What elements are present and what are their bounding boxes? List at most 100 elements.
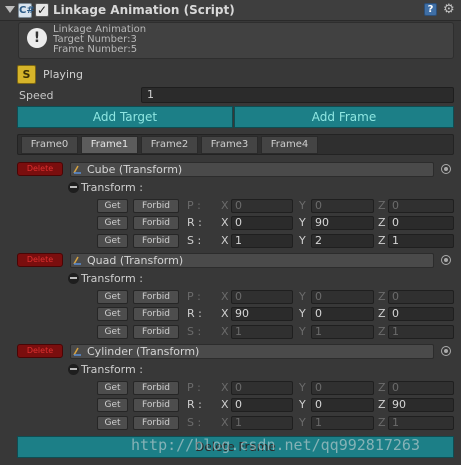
position-x-field[interactable]: 0 <box>231 290 293 304</box>
rotation-x-field[interactable]: 0 <box>231 398 293 412</box>
axis-z-label: Z <box>378 381 386 394</box>
position-x-field[interactable]: 0 <box>231 381 293 395</box>
scale-z-field[interactable]: 1 <box>388 234 454 248</box>
get-scale-button[interactable]: Get <box>97 234 128 248</box>
forbid-scale-button[interactable]: Forbid <box>133 416 179 430</box>
position-label: P : <box>187 199 201 212</box>
tab-frame4[interactable]: Frame4 <box>261 136 318 154</box>
scale-y-field[interactable]: 1 <box>311 416 374 430</box>
rotation-z-field[interactable]: 90 <box>388 398 454 412</box>
axis-x-label: X <box>221 216 229 229</box>
forbid-rotation-button[interactable]: Forbid <box>133 398 179 412</box>
get-position-button[interactable]: Get <box>97 381 128 395</box>
forbid-scale-button[interactable]: Forbid <box>133 234 179 248</box>
object-picker-icon[interactable] <box>441 346 451 356</box>
position-y-field[interactable]: 0 <box>311 199 374 213</box>
axis-y-label: Y <box>299 307 306 320</box>
axis-x-label: X <box>221 307 229 320</box>
play-toggle-button[interactable]: S <box>17 65 36 84</box>
tab-frame3[interactable]: Frame3 <box>201 136 258 154</box>
collapse-icon[interactable] <box>68 182 79 193</box>
rotation-x-field[interactable]: 0 <box>231 216 293 230</box>
rotation-x-field[interactable]: 90 <box>231 307 293 321</box>
target-name: Quad (Transform) <box>87 254 184 267</box>
gear-icon[interactable]: ⚙ <box>443 2 455 17</box>
scale-label: S : <box>187 416 202 429</box>
component-title: Linkage Animation (Script) <box>53 3 235 17</box>
object-picker-icon[interactable] <box>441 164 451 174</box>
delete-target-button[interactable]: Delete <box>17 253 63 267</box>
forbid-position-button[interactable]: Forbid <box>133 290 179 304</box>
axis-z-label: Z <box>378 307 386 320</box>
position-y-field[interactable]: 0 <box>311 290 374 304</box>
axis-y-label: Y <box>299 416 306 429</box>
transform-label: Transform : <box>81 181 143 194</box>
scale-x-field[interactable]: 1 <box>231 234 293 248</box>
rotation-z-field[interactable]: 0 <box>388 307 454 321</box>
position-y-field[interactable]: 0 <box>311 381 374 395</box>
tab-frame2[interactable]: Frame2 <box>141 136 198 154</box>
foldout-arrow-icon[interactable] <box>5 6 15 13</box>
axis-y-label: Y <box>299 234 306 247</box>
script-icon: C# <box>18 3 35 18</box>
scale-x-field[interactable]: 1 <box>231 325 293 339</box>
forbid-position-button[interactable]: Forbid <box>133 199 179 213</box>
axis-z-label: Z <box>378 325 386 338</box>
rotation-y-field[interactable]: 0 <box>311 398 374 412</box>
axis-x-label: X <box>221 290 229 303</box>
scale-label: S : <box>187 325 202 338</box>
axis-y-label: Y <box>299 290 306 303</box>
forbid-rotation-button[interactable]: Forbid <box>133 307 179 321</box>
watermark: http://blog.csdn.net/qq992817263 <box>131 436 420 454</box>
transform-label: Transform : <box>81 363 143 376</box>
axis-z-label: Z <box>378 199 386 212</box>
get-rotation-button[interactable]: Get <box>97 307 128 321</box>
get-scale-button[interactable]: Get <box>97 416 128 430</box>
enable-checkbox[interactable]: ✓ <box>35 3 49 17</box>
rotation-z-field[interactable]: 0 <box>388 216 454 230</box>
collapse-icon[interactable] <box>68 364 79 375</box>
tab-frame1[interactable]: Frame1 <box>81 136 138 154</box>
axis-y-label: Y <box>299 398 306 411</box>
info-line-frames: Frame Number:5 <box>53 44 138 55</box>
scale-y-field[interactable]: 1 <box>311 325 374 339</box>
scale-z-field[interactable]: 1 <box>388 416 454 430</box>
rotation-y-field[interactable]: 90 <box>311 216 374 230</box>
transform-icon <box>73 256 81 265</box>
help-icon[interactable]: ? <box>424 3 437 16</box>
add-frame-button[interactable]: Add Frame <box>234 106 454 128</box>
get-position-button[interactable]: Get <box>97 290 128 304</box>
collapse-icon[interactable] <box>68 273 79 284</box>
forbid-scale-button[interactable]: Forbid <box>133 325 179 339</box>
axis-x-label: X <box>221 199 229 212</box>
scale-x-field[interactable]: 1 <box>231 416 293 430</box>
delete-target-button[interactable]: Delete <box>17 162 63 176</box>
object-picker-icon[interactable] <box>441 255 451 265</box>
get-rotation-button[interactable]: Get <box>97 216 128 230</box>
get-scale-button[interactable]: Get <box>97 325 128 339</box>
position-label: P : <box>187 290 201 303</box>
position-z-field[interactable]: 0 <box>388 381 454 395</box>
forbid-position-button[interactable]: Forbid <box>133 381 179 395</box>
position-z-field[interactable]: 0 <box>388 290 454 304</box>
axis-z-label: Z <box>378 416 386 429</box>
position-z-field[interactable]: 0 <box>388 199 454 213</box>
forbid-rotation-button[interactable]: Forbid <box>133 216 179 230</box>
scale-z-field[interactable]: 1 <box>388 325 454 339</box>
axis-x-label: X <box>221 398 229 411</box>
delete-target-button[interactable]: Delete <box>17 344 63 358</box>
add-target-button[interactable]: Add Target <box>17 106 233 128</box>
position-label: P : <box>187 381 201 394</box>
get-position-button[interactable]: Get <box>97 199 128 213</box>
get-rotation-button[interactable]: Get <box>97 398 128 412</box>
axis-x-label: X <box>221 381 229 394</box>
speed-input[interactable]: 1 <box>141 87 454 103</box>
scale-y-field[interactable]: 2 <box>311 234 374 248</box>
axis-y-label: Y <box>299 381 306 394</box>
tab-frame0[interactable]: Frame0 <box>21 136 78 154</box>
target-name: Cylinder (Transform) <box>87 345 200 358</box>
position-x-field[interactable]: 0 <box>231 199 293 213</box>
rotation-y-field[interactable]: 0 <box>311 307 374 321</box>
scale-label: S : <box>187 234 202 247</box>
playing-label: Playing <box>43 68 83 81</box>
